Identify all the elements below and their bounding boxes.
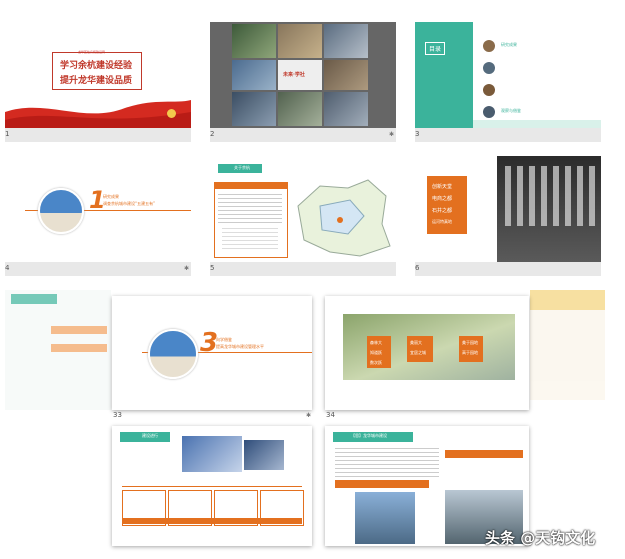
slide-strip xyxy=(210,128,396,142)
label-6: 美于园地 xyxy=(462,340,478,345)
slide-number: 5 xyxy=(210,264,215,272)
photo xyxy=(324,92,368,126)
label-4: 美丽大 xyxy=(410,340,422,345)
slide-header-text: 建设进行 xyxy=(142,433,158,438)
slide-strip xyxy=(415,262,601,276)
photo xyxy=(232,92,276,126)
slide-6-line-3: 石井之都 xyxy=(432,208,453,214)
slide-thumbnail-4[interactable]: 1 研究成果 调查余杭城市建设“五建五有” xyxy=(5,156,191,262)
orange-callout xyxy=(445,450,523,458)
slide-6-line-4: 运河特真地 xyxy=(432,219,452,224)
slide-number: 33 xyxy=(113,411,122,419)
faded-orange-bar xyxy=(51,326,107,334)
slide-1-title-line2: 提升龙华建设品质 xyxy=(60,76,133,86)
section-caption-1: 研究成果 xyxy=(103,194,119,199)
label-2: 知道跃 xyxy=(370,350,382,355)
label-3: 数次跃 xyxy=(370,360,382,365)
slide-number: 34 xyxy=(326,411,335,419)
step-footer xyxy=(122,518,302,524)
slide-strip xyxy=(415,128,601,142)
faded-header xyxy=(11,294,57,304)
faded-slide xyxy=(530,290,605,400)
watermark-text: 头条 @天钩文化 xyxy=(485,529,596,547)
slide-thumbnail-33[interactable]: 3 向学借鉴 提高龙华城市建设管理水平 xyxy=(112,296,312,410)
slide-1-title-line1: 学习余杭建设经验 xyxy=(60,61,133,71)
building-photo-circle xyxy=(38,188,84,234)
photo xyxy=(278,92,322,126)
faded-slide xyxy=(5,290,111,410)
label-5: 宜居之城 xyxy=(410,350,426,355)
toc-icon xyxy=(483,84,495,96)
section-number: 1 xyxy=(89,186,106,214)
slide-6-line-1: 创新天堂 xyxy=(432,184,453,190)
slide-strip xyxy=(5,262,191,276)
building-photo-circle xyxy=(148,329,198,379)
slide-thumbnail-5[interactable]: 关于余杭 xyxy=(210,156,396,262)
slide-thumbnail-3[interactable]: 目录 研究成果 观察与借鉴 xyxy=(415,22,601,128)
slide-thumbnail-1[interactable]: 龙华区住房和建设局 学习余杭建设经验 提升龙华建设品质 xyxy=(5,22,191,128)
slide-thumbnail-35[interactable]: 建设进行 xyxy=(112,426,312,546)
slide-strip xyxy=(5,128,191,142)
building-photo xyxy=(355,492,415,544)
slide-header-text: 【思】龙华城市建设 xyxy=(351,433,387,438)
party-emblem-icon xyxy=(167,109,176,118)
toc-icon xyxy=(483,62,495,74)
section-caption-2: 调查余杭城市建设“五建五有” xyxy=(103,201,156,206)
slide-3-sidebar xyxy=(415,22,473,128)
red-flag-wave xyxy=(5,100,191,128)
toc-icon xyxy=(483,106,495,118)
photo xyxy=(232,60,276,90)
faded-yellow-band xyxy=(530,290,605,310)
star-icon: ✱ xyxy=(184,265,190,272)
slide-number: 6 xyxy=(415,264,420,272)
bottom-teal-band xyxy=(473,120,601,128)
slide-number: 3 xyxy=(415,130,420,138)
star-icon: ✱ xyxy=(389,131,395,138)
slide-number: 2 xyxy=(210,130,215,138)
slide-thumbnail-34[interactable]: 森林大 知道跃 数次跃 美丽大 宜居之城 美于园地 高于园地 xyxy=(325,296,529,410)
toc-item-4: 观察与借鉴 xyxy=(501,108,521,113)
star-icon: ✱ xyxy=(306,412,312,419)
photo xyxy=(232,24,276,58)
info-table xyxy=(222,228,278,252)
slide-strip xyxy=(210,262,396,276)
toc-item-1: 研究成果 xyxy=(501,42,517,47)
district-map xyxy=(297,179,391,257)
label-1: 森林大 xyxy=(370,340,382,345)
section-caption-2: 提高龙华城市建设管理水平 xyxy=(216,344,264,349)
info-panel-header xyxy=(214,182,287,189)
slide-6-line-2: 电商之都 xyxy=(432,196,453,202)
photo xyxy=(278,24,322,58)
slide-thumbnail-2[interactable]: 未来·学社 xyxy=(210,22,396,128)
orange-callout xyxy=(335,480,429,488)
slide-number: 1 xyxy=(5,130,10,138)
faded-orange-bar xyxy=(51,344,107,352)
slide-thumbnail-6[interactable]: 创新天堂 电商之都 石井之都 运河特真地 xyxy=(415,156,601,262)
toc-icon xyxy=(483,40,495,52)
label-7: 高于园地 xyxy=(462,350,478,355)
slide-5-header-text: 关于余杭 xyxy=(234,165,250,170)
meeting-photo xyxy=(244,440,284,470)
slide-2-logo: 未来·学社 xyxy=(283,72,305,78)
slide-number: 4 xyxy=(5,264,10,272)
section-number: 3 xyxy=(200,328,219,358)
meeting-photo xyxy=(182,436,242,472)
section-caption-1: 向学借鉴 xyxy=(216,337,232,342)
hanging-lanterns xyxy=(505,166,595,226)
slide-3-title: 目录 xyxy=(425,42,446,55)
timeline-line xyxy=(122,486,302,487)
info-lines xyxy=(218,194,282,224)
text-block xyxy=(335,448,439,478)
photo xyxy=(324,60,368,90)
photo xyxy=(324,24,368,58)
